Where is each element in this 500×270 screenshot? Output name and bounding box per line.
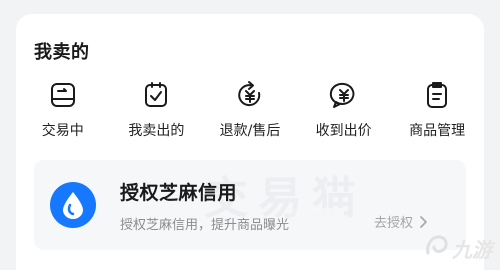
section-title: 我卖的 xyxy=(34,42,90,63)
shortcut-label: 商品管理 xyxy=(409,123,466,139)
authorize-label: 去授权 xyxy=(374,216,414,231)
ninegame-logo-icon xyxy=(422,231,452,266)
shortcut-product-manage[interactable]: 商品管理 xyxy=(390,78,484,140)
product-manage-icon xyxy=(420,78,454,112)
shortcut-label: 收到出价 xyxy=(315,123,372,139)
sold-icon xyxy=(139,78,173,112)
my-sold-card: 我卖的 交易中 我卖出的 退款/售后 收到出价 商品管理 交易猫 授权芝麻信用 … xyxy=(16,14,484,270)
banner-fade-overlay xyxy=(284,208,344,236)
shortcut-sold[interactable]: 我卖出的 xyxy=(110,78,204,140)
shortcut-trading[interactable]: 交易中 xyxy=(16,78,110,140)
shortcut-label: 交易中 xyxy=(41,123,84,139)
site-watermark-logo: 九游 xyxy=(422,231,492,266)
sesame-credit-icon xyxy=(50,182,96,228)
site-logo-text: 九游 xyxy=(452,238,492,262)
shortcut-label: 退款/售后 xyxy=(219,123,281,139)
shortcut-row: 交易中 我卖出的 退款/售后 收到出价 商品管理 xyxy=(16,78,484,140)
sesame-credit-banner[interactable]: 交易猫 授权芝麻信用 授权芝麻信用，提升商品曝光 去授权 xyxy=(34,160,466,250)
chevron-right-icon xyxy=(419,215,427,228)
authorize-link[interactable]: 去授权 xyxy=(374,212,427,231)
shortcut-label: 我卖出的 xyxy=(128,123,185,139)
shortcut-offers[interactable]: 收到出价 xyxy=(297,78,391,140)
offer-icon xyxy=(327,78,361,112)
shortcut-refund[interactable]: 退款/售后 xyxy=(203,78,297,140)
banner-title: 授权芝麻信用 xyxy=(120,182,238,204)
trading-icon xyxy=(46,78,80,112)
refund-icon xyxy=(233,78,267,112)
